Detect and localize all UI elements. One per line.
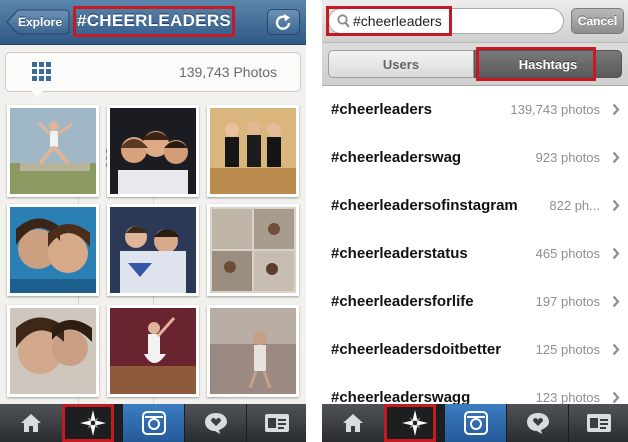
photo-thumbnail[interactable] — [107, 204, 199, 296]
camera-icon — [142, 411, 166, 435]
refresh-button[interactable] — [267, 9, 300, 35]
hashtag-photo-count: 197 photos — [535, 294, 600, 309]
hashtag-photo-count: 923 photos — [535, 150, 600, 165]
hashtag-photo-count: 123 photos — [535, 390, 600, 404]
chevron-right-icon — [612, 247, 620, 260]
chevron-right-icon — [612, 295, 620, 308]
segment-hashtags[interactable]: Hashtags — [474, 50, 622, 78]
photo-thumbnail[interactable] — [107, 305, 199, 397]
hashtag-name: #cheerleaders — [331, 101, 432, 118]
tab-camera[interactable] — [122, 404, 184, 442]
photo-image — [10, 207, 96, 293]
cancel-button[interactable]: Cancel — [571, 8, 624, 34]
photo-grid — [0, 99, 306, 405]
search-header: Cancel — [322, 0, 628, 43]
refresh-icon — [275, 14, 291, 30]
tab-profile[interactable] — [568, 404, 628, 442]
photo-thumbnail[interactable] — [7, 105, 99, 197]
grid-view-tab[interactable] — [6, 53, 78, 91]
chevron-right-icon — [612, 199, 620, 212]
photo-image — [210, 308, 296, 394]
photo-thumbnail[interactable] — [7, 204, 99, 296]
hashtag-results-list: #cheerleaders 139,743 photos #cheerleaders… — [322, 86, 628, 404]
hashtag-name: #cheerleaderswagg — [331, 389, 471, 404]
hashtag-photo-count: 139,743 photos — [510, 102, 600, 117]
hashtag-name: #cheerleadersforlife — [331, 293, 474, 310]
hashtag-name: #cheerleadersdoitbetter — [331, 341, 502, 358]
photo-count: 139,743 Photos — [178, 64, 278, 80]
photo-image — [210, 207, 296, 293]
hashtag-result-row[interactable]: #cheerleadersdoitbetter 125 photos — [322, 326, 628, 375]
activity-icon — [205, 413, 227, 434]
photo-thumbnail[interactable] — [207, 204, 299, 296]
tab-profile[interactable] — [246, 404, 306, 442]
chevron-right-icon — [612, 103, 620, 116]
tab-explore[interactable] — [62, 404, 122, 442]
page-title: #CHEERLEADERS — [76, 11, 232, 30]
explore-back-label: Explore — [17, 15, 62, 29]
photo-thumbnail[interactable] — [7, 305, 99, 397]
view-indicator-pointer — [30, 90, 44, 97]
tab-activity[interactable] — [184, 404, 246, 442]
segment-users[interactable]: Users — [328, 50, 474, 78]
bottom-tab-bar — [322, 404, 628, 442]
tab-activity[interactable] — [506, 404, 568, 442]
profile-icon — [265, 414, 289, 432]
chevron-right-icon — [612, 343, 620, 356]
search-type-segmented-control: Users Hashtags — [322, 43, 628, 86]
hashtag-result-row[interactable]: #cheerleadersforlife 197 photos — [322, 278, 628, 327]
hashtag-name: #cheerleadersofinstagram — [331, 197, 518, 214]
camera-icon — [464, 411, 488, 435]
hashtag-name: #cheerleaderstatus — [331, 245, 468, 262]
hashtag-name: #cheerleaderswag — [331, 149, 462, 166]
hashtag-result-row[interactable]: #cheerleaders 139,743 photos — [322, 86, 628, 135]
photo-image — [10, 108, 96, 194]
hashtag-photo-count: 465 photos — [535, 246, 600, 261]
photo-image — [10, 308, 96, 394]
grid-view-icon — [32, 62, 51, 81]
photo-thumbnail[interactable] — [207, 105, 299, 197]
view-toolbar: 139,743 Photos — [5, 52, 301, 442]
chevron-right-icon — [612, 391, 620, 404]
hashtag-photo-count: 822 ph... — [549, 198, 600, 213]
photo-image — [110, 108, 196, 194]
chevron-right-icon — [612, 151, 620, 164]
tab-home[interactable] — [322, 404, 384, 442]
hashtag-result-row[interactable]: #cheerleaderstatus 465 photos — [322, 230, 628, 279]
explore-back-button[interactable]: Explore — [6, 9, 70, 35]
nav-header: Explore #CHEERLEADERS — [0, 0, 306, 45]
search-screen: Cancel Users Hashtags #cheerleaders 139,7… — [322, 0, 628, 442]
tab-home[interactable] — [0, 404, 62, 442]
hashtag-result-row[interactable]: #cheerleaderswag 923 photos — [322, 134, 628, 183]
hashtag-photos-screen: Explore #CHEERLEADERS 139,743 Photos — [0, 0, 306, 442]
search-input[interactable] — [353, 12, 553, 30]
photo-image — [110, 308, 196, 394]
hashtag-result-row[interactable]: #cheerleaderswagg 123 photos — [322, 374, 628, 404]
explore-icon — [402, 410, 428, 436]
photo-image — [110, 207, 196, 293]
hashtag-result-row[interactable]: #cheerleadersofinstagram 822 ph... — [322, 182, 628, 231]
tab-explore[interactable] — [384, 404, 444, 442]
bottom-tab-bar — [0, 404, 306, 442]
photo-image — [210, 108, 296, 194]
photo-thumbnail[interactable] — [107, 105, 199, 197]
home-icon — [21, 414, 41, 432]
search-field[interactable] — [328, 8, 564, 34]
home-icon — [343, 414, 363, 432]
explore-icon — [80, 410, 106, 436]
tab-camera[interactable] — [444, 404, 506, 442]
search-icon — [337, 14, 350, 28]
activity-icon — [527, 413, 549, 434]
photo-thumbnail[interactable] — [207, 305, 299, 397]
hashtag-photo-count: 125 photos — [535, 342, 600, 357]
profile-icon — [587, 414, 611, 432]
